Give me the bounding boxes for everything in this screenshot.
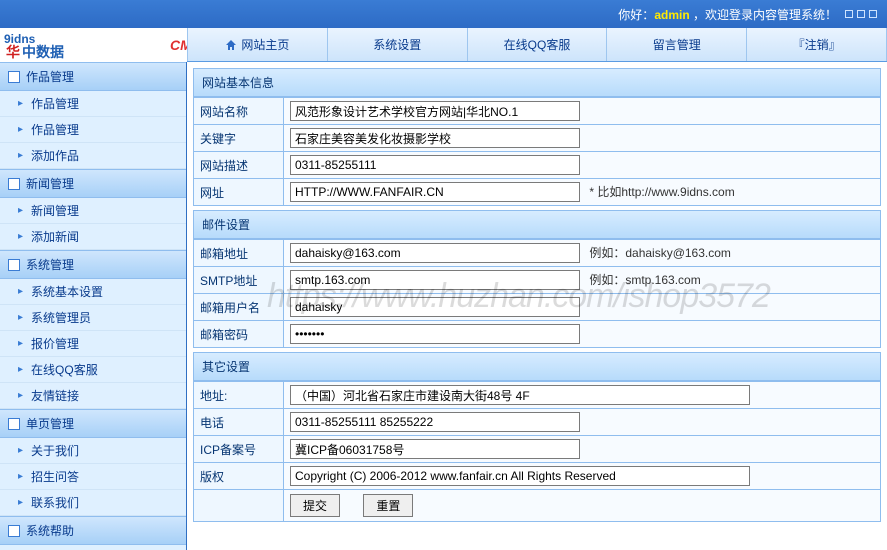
sidebar-group-head-3[interactable]: 单页管理 (0, 409, 186, 438)
input-mail-pass[interactable] (290, 324, 580, 344)
input-keywords[interactable] (290, 128, 580, 148)
input-description[interactable] (290, 155, 580, 175)
logo: 9idns 华 中数据 CMS (0, 28, 187, 62)
sidebar-group-head-1[interactable]: 新闻管理 (0, 169, 186, 198)
main-tabs: 网站主页 系统设置 在线QQ客服 留言管理 『注销』 (187, 28, 887, 61)
sidebar-group-title: 作品管理 (26, 68, 74, 85)
label-description: 网站描述 (194, 152, 284, 179)
tab-home[interactable]: 网站主页 (188, 28, 328, 61)
folder-icon (8, 418, 20, 430)
folder-icon (8, 71, 20, 83)
sidebar-group-title: 单页管理 (26, 415, 74, 432)
username: admin (654, 8, 689, 22)
folder-icon (8, 525, 20, 537)
label-icp: ICP备案号 (194, 436, 284, 463)
sidebar-item-1-0[interactable]: 新闻管理 (0, 198, 186, 224)
label-mail-pass: 邮箱密码 (194, 321, 284, 348)
sidebar-item-0-1[interactable]: 作品管理 (0, 117, 186, 143)
sidebar-item-3-0[interactable]: 关于我们 (0, 438, 186, 464)
label-site-name: 网站名称 (194, 98, 284, 125)
sidebar-group-title: 系统帮助 (26, 522, 74, 539)
input-smtp[interactable] (290, 270, 580, 290)
section-mail: 邮件设置 (193, 210, 881, 239)
label-mail-addr: 邮箱地址 (194, 240, 284, 267)
sidebar-item-1-1[interactable]: 添加新闻 (0, 224, 186, 250)
input-mail-user[interactable] (290, 297, 580, 317)
sidebar-item-2-3[interactable]: 在线QQ客服 (0, 357, 186, 383)
main-content: 网站基本信息 网站名称 关键字 网站描述 网址 * 比如http://www.9… (187, 62, 887, 550)
section-other: 其它设置 (193, 352, 881, 381)
sidebar-item-2-1[interactable]: 系统管理员 (0, 305, 186, 331)
sidebar-item-2-0[interactable]: 系统基本设置 (0, 279, 186, 305)
folder-icon (8, 178, 20, 190)
hint-smtp: 例如：smtp.163.com (589, 273, 700, 287)
hint-mail-addr: 例如：dahaisky@163.com (589, 246, 731, 260)
input-icp[interactable] (290, 439, 580, 459)
label-smtp: SMTP地址 (194, 267, 284, 294)
reset-button[interactable]: 重置 (363, 494, 413, 517)
top-bar: 你好：admin ，欢迎登录内容管理系统！ (0, 0, 887, 28)
label-keywords: 关键字 (194, 125, 284, 152)
svg-text:华: 华 (6, 44, 20, 59)
input-site-name[interactable] (290, 101, 580, 121)
input-phone[interactable] (290, 412, 580, 432)
home-icon (225, 39, 237, 51)
input-url[interactable] (290, 182, 580, 202)
sidebar-item-3-1[interactable]: 招生问答 (0, 464, 186, 490)
sidebar-group-title: 系统管理 (26, 256, 74, 273)
tab-qq-support[interactable]: 在线QQ客服 (468, 28, 608, 61)
tab-logout[interactable]: 『注销』 (747, 28, 887, 61)
sidebar-item-2-4[interactable]: 友情链接 (0, 383, 186, 409)
submit-button[interactable]: 提交 (290, 494, 340, 517)
sidebar-group-title: 新闻管理 (26, 175, 74, 192)
sidebar-item-0-0[interactable]: 作品管理 (0, 91, 186, 117)
label-mail-user: 邮箱用户名 (194, 294, 284, 321)
sidebar-item-4-0[interactable]: 系统在线帮助 (0, 545, 186, 550)
sidebar-group-head-0[interactable]: 作品管理 (0, 62, 186, 91)
sidebar-item-0-2[interactable]: 添加作品 (0, 143, 186, 169)
svg-text:中数据: 中数据 (22, 44, 64, 59)
label-phone: 电话 (194, 409, 284, 436)
tab-system-settings[interactable]: 系统设置 (328, 28, 468, 61)
logo-icon: 9idns 华 中数据 (4, 31, 164, 59)
sidebar-item-2-2[interactable]: 报价管理 (0, 331, 186, 357)
header-strip: 9idns 华 中数据 CMS 网站主页 系统设置 在线QQ客服 留言管理 『注… (0, 28, 887, 62)
tab-messages[interactable]: 留言管理 (607, 28, 747, 61)
input-copyright[interactable] (290, 466, 750, 486)
hint-url: * 比如http://www.9idns.com (589, 185, 734, 199)
greeting: 你好：admin ，欢迎登录内容管理系统！ (618, 6, 837, 23)
label-url: 网址 (194, 179, 284, 206)
sidebar-group-head-2[interactable]: 系统管理 (0, 250, 186, 279)
sidebar-group-head-4[interactable]: 系统帮助 (0, 516, 186, 545)
input-mail-addr[interactable] (290, 243, 580, 263)
sidebar-item-3-2[interactable]: 联系我们 (0, 490, 186, 516)
label-copyright: 版权 (194, 463, 284, 490)
input-address[interactable] (290, 385, 750, 405)
label-address: 地址: (194, 382, 284, 409)
section-basic-info: 网站基本信息 (193, 68, 881, 97)
folder-icon (8, 259, 20, 271)
window-controls[interactable] (845, 10, 877, 18)
sidebar: 作品管理作品管理作品管理添加作品新闻管理新闻管理添加新闻系统管理系统基本设置系统… (0, 62, 187, 550)
